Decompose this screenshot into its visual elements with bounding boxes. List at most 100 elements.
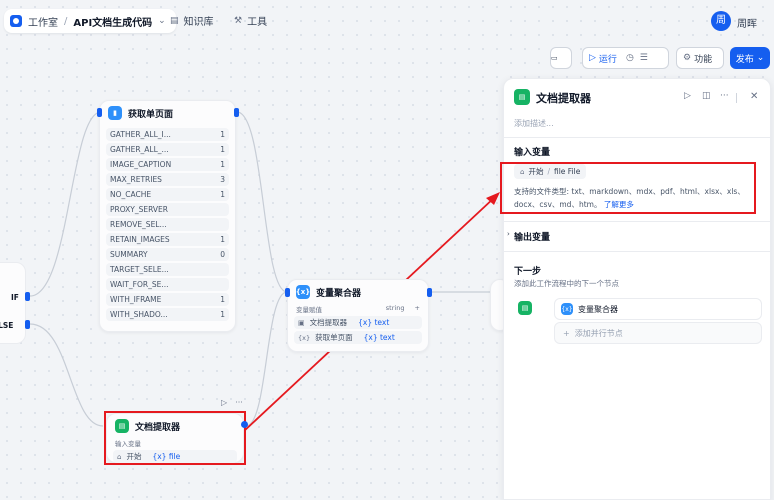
workspace-icon	[10, 15, 22, 27]
fetch-var-value: 1	[220, 190, 225, 199]
fetch-page-node[interactable]: ▮ 获取单页面 GATHER_ALL_I... 1 GATHER_ALL_... 1 I…	[99, 100, 236, 332]
aggregator-node[interactable]: {x} 变量聚合器 变量赋值 string + ▣ 文档提取器 {x} text…	[287, 279, 429, 352]
doc-extractor-out-port[interactable]	[241, 421, 248, 428]
fetch-in-port[interactable]	[97, 108, 102, 117]
node-mini-toolbar: ▷ ···	[221, 398, 243, 407]
next-node-item[interactable]: {x} 变量聚合器	[554, 298, 762, 320]
input-section-title: 输入变量	[514, 148, 551, 158]
fetch-var-row: PROXY_SERVER	[106, 203, 229, 216]
document-icon: ▤	[518, 301, 532, 315]
app-name[interactable]: API文档生成代码	[73, 14, 152, 29]
fetch-var-value: 0	[220, 250, 225, 259]
nav-tools[interactable]: ⚒ 工具	[234, 13, 268, 29]
nav-knowledge[interactable]: ▤ 知识库	[170, 13, 214, 29]
fetch-var-row: REMOVE_SEL...	[106, 218, 229, 231]
chevron-right-icon[interactable]: ›	[507, 230, 510, 238]
aggregator-header: {x} 变量聚合器	[288, 280, 428, 304]
panel-title[interactable]: 文档提取器	[536, 90, 591, 106]
aggregator-out-port[interactable]	[427, 288, 432, 297]
env-button[interactable]: ▭	[550, 47, 572, 69]
if-else-node[interactable]: IF ELSE	[0, 262, 26, 344]
aggregator-row: ▣ 文档提取器 {x} text	[294, 316, 422, 329]
else-label: ELSE	[0, 321, 14, 330]
fetch-var-name: WAIT_FOR_SE...	[110, 280, 169, 289]
checklist-button[interactable]: ☰	[637, 48, 651, 68]
breadcrumb[interactable]: 工作室 / API文档生成代码 ⌄	[4, 9, 176, 33]
fetch-var-value: 1	[220, 160, 225, 169]
variable-icon: {x}	[296, 285, 310, 299]
panel-divider	[504, 137, 772, 138]
if-port[interactable]	[25, 292, 30, 301]
document-icon: ▤	[514, 89, 530, 105]
aggregator-row-source: 文档提取器	[309, 318, 348, 327]
fetch-var-name: SUMMARY	[110, 250, 148, 259]
fetch-var-name: PROXY_SERVER	[110, 205, 169, 214]
top-bar: 工作室 / API文档生成代码 ⌄ ▤ 知识库 ⚒ 工具 周 周晖	[0, 0, 774, 42]
header-divider	[736, 93, 737, 103]
output-section-title[interactable]: 输出变量	[514, 230, 550, 243]
highlight-box	[104, 411, 246, 465]
else-port[interactable]	[25, 320, 30, 329]
fetch-var-name: GATHER_ALL_I...	[110, 130, 171, 139]
play-icon[interactable]: ▷	[221, 398, 227, 407]
node-config-panel: ▤ 文档提取器 ▷ ◫ ··· ✕ 添加描述... 输入变量 ⌂ 开始 / fi…	[500, 78, 772, 500]
fetch-var-value: 3	[220, 175, 225, 184]
aggregator-in-port[interactable]	[285, 288, 290, 297]
history-button[interactable]: ◷	[623, 48, 637, 68]
more-icon[interactable]: ···	[235, 398, 243, 407]
fetch-var-name: GATHER_ALL_...	[110, 145, 169, 154]
features-inner: ⚙ 功能	[677, 48, 718, 68]
tool-icon: ▮	[108, 106, 122, 120]
fetch-page-header: ▮ 获取单页面	[100, 101, 235, 125]
document-icon: ▣	[298, 318, 305, 327]
if-label: IF	[11, 293, 19, 302]
aggregator-row-source: 获取单页面	[315, 333, 353, 342]
clock-icon: ◷	[625, 53, 634, 63]
chevron-down-icon[interactable]: ⌄	[158, 16, 166, 26]
highlight-box	[500, 162, 756, 214]
more-icon[interactable]: ···	[720, 91, 729, 101]
breadcrumb-separator: /	[64, 15, 68, 27]
close-icon[interactable]: ✕	[750, 91, 758, 102]
fetch-var-row: GATHER_ALL_I... 1	[106, 128, 229, 141]
next-node-label: 变量聚合器	[578, 304, 618, 314]
features-button[interactable]: ⚙ 功能	[676, 47, 724, 69]
aggregator-row-var: {x} text	[358, 318, 390, 327]
fetch-var-name: TARGET_SELE...	[110, 265, 169, 274]
features-label: 功能	[694, 54, 713, 65]
variable-icon: {x}	[561, 303, 573, 315]
play-icon: ▷	[589, 53, 596, 63]
env-icon: ▭	[551, 54, 558, 62]
nav-tools-label: 工具	[247, 17, 268, 28]
aggregator-row-var: {x} text	[363, 333, 395, 342]
aggregator-type-row: string +	[386, 304, 420, 314]
fetch-var-value: 1	[220, 310, 225, 319]
sliders-icon: ⚙	[683, 53, 692, 63]
fetch-var-row: GATHER_ALL_... 1	[106, 143, 229, 156]
fetch-var-value: 1	[220, 295, 225, 304]
fetch-var-value: 1	[220, 145, 225, 154]
username[interactable]: 周晖	[737, 15, 757, 30]
fetch-page-title: 获取单页面	[128, 109, 174, 120]
avatar[interactable]: 周	[711, 11, 731, 31]
publish-button[interactable]: 发布 ⌄	[730, 47, 770, 69]
play-icon[interactable]: ▷	[684, 91, 691, 101]
workspace-link[interactable]: 工作室	[28, 14, 58, 29]
description-input[interactable]: 添加描述...	[514, 118, 554, 129]
run-button[interactable]: ▷ 运行	[583, 48, 623, 68]
fetch-var-row: WITH_SHADO... 1	[106, 308, 229, 321]
fetch-var-value: 1	[220, 130, 225, 139]
next-step-title: 下一步	[514, 267, 542, 277]
fetch-var-row: WAIT_FOR_SE...	[106, 278, 229, 291]
docs-icon[interactable]: ◫	[702, 91, 711, 101]
fetch-var-row: MAX_RETRIES 3	[106, 173, 229, 186]
fetch-var-name: WITH_SHADO...	[110, 310, 168, 319]
nav-knowledge-label: 知识库	[183, 17, 214, 28]
add-parallel-node-button[interactable]: + 添加并行节点	[554, 322, 762, 344]
aggregator-add-button[interactable]: +	[415, 304, 420, 312]
fetch-out-port[interactable]	[234, 108, 239, 117]
aggregator-meta: 变量赋值 string +	[288, 304, 428, 314]
aggregator-var-label: 变量赋值	[296, 306, 322, 314]
fetch-var-name: REMOVE_SEL...	[110, 220, 167, 229]
chevron-down-icon: ⌄	[756, 53, 765, 63]
